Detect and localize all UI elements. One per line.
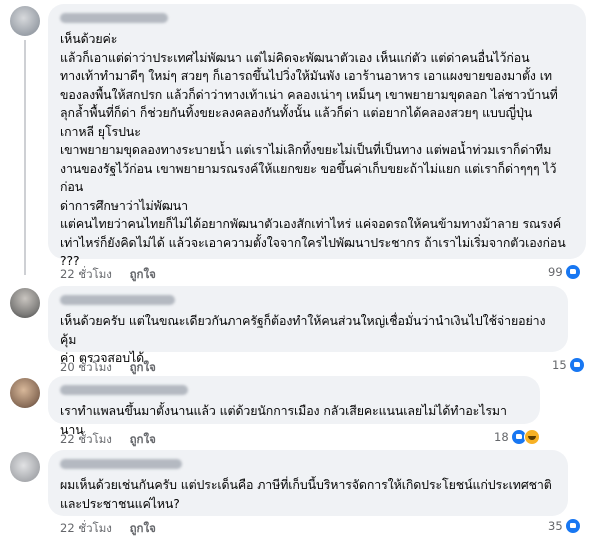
haha-reaction-icon	[523, 429, 540, 445]
avatar[interactable]	[10, 378, 40, 408]
reaction-summary[interactable]: 35	[548, 518, 581, 534]
comment-text: ผมเห็นด้วยเช่นกันครับ แต่ประเด็นคือ ภาษี…	[60, 477, 552, 511]
comment-bubble: เห็นด้วยครับ แต่ในขณะเดียวกันภาครัฐก็ต้อ…	[48, 286, 568, 365]
like-link[interactable]: ถูกใจ	[130, 267, 156, 281]
reaction-summary[interactable]: 99	[548, 264, 581, 280]
timestamp[interactable]: 22 ชั่วโมง	[60, 267, 112, 281]
reaction-count: 99	[548, 265, 563, 279]
like-link[interactable]: ถูกใจ	[130, 360, 156, 374]
timestamp[interactable]: 22 ชั่วโมง	[60, 432, 112, 446]
author-name-blurred[interactable]	[60, 459, 182, 469]
timestamp[interactable]: 20 ชั่วโมง	[60, 360, 112, 374]
comment-bubble: ผมเห็นด้วยเช่นกันครับ แต่ประเด็นคือ ภาษี…	[48, 450, 568, 516]
like-reaction-icon	[568, 357, 585, 373]
like-reaction-icon	[564, 264, 581, 280]
author-name-blurred[interactable]	[60, 13, 168, 23]
comment-meta: 22 ชั่วโมง ถูกใจ	[60, 520, 170, 538]
comment-text: เห็นด้วยค่ะ แล้วก็เอาแต่ด่าว่าประเทศไม่พ…	[60, 31, 566, 268]
reaction-summary[interactable]: 15	[552, 357, 585, 373]
thread-line	[24, 40, 26, 275]
reaction-count: 35	[548, 519, 563, 533]
like-link[interactable]: ถูกใจ	[130, 521, 156, 535]
like-reaction-icon	[564, 518, 581, 534]
reaction-count: 15	[552, 358, 567, 372]
author-name-blurred[interactable]	[60, 385, 188, 395]
comment-meta: 20 ชั่วโมง ถูกใจ	[60, 359, 170, 377]
author-name-blurred[interactable]	[60, 295, 175, 305]
comment-meta: 22 ชั่วโมง ถูกใจ	[60, 431, 170, 449]
reaction-summary[interactable]: 18	[494, 429, 540, 445]
comment-meta: 22 ชั่วโมง ถูกใจ	[60, 266, 170, 284]
avatar[interactable]	[10, 452, 40, 482]
like-link[interactable]: ถูกใจ	[130, 432, 156, 446]
comment-bubble: เห็นด้วยค่ะ แล้วก็เอาแต่ด่าว่าประเทศไม่พ…	[48, 4, 586, 268]
avatar[interactable]	[10, 288, 40, 318]
avatar[interactable]	[10, 6, 40, 36]
reaction-count: 18	[494, 430, 509, 444]
comment-bubble: เราทำแพลนขึ้นมาตั้งนานแล้ว แต่ด้วยนักการ…	[48, 376, 540, 437]
timestamp[interactable]: 22 ชั่วโมง	[60, 521, 112, 535]
